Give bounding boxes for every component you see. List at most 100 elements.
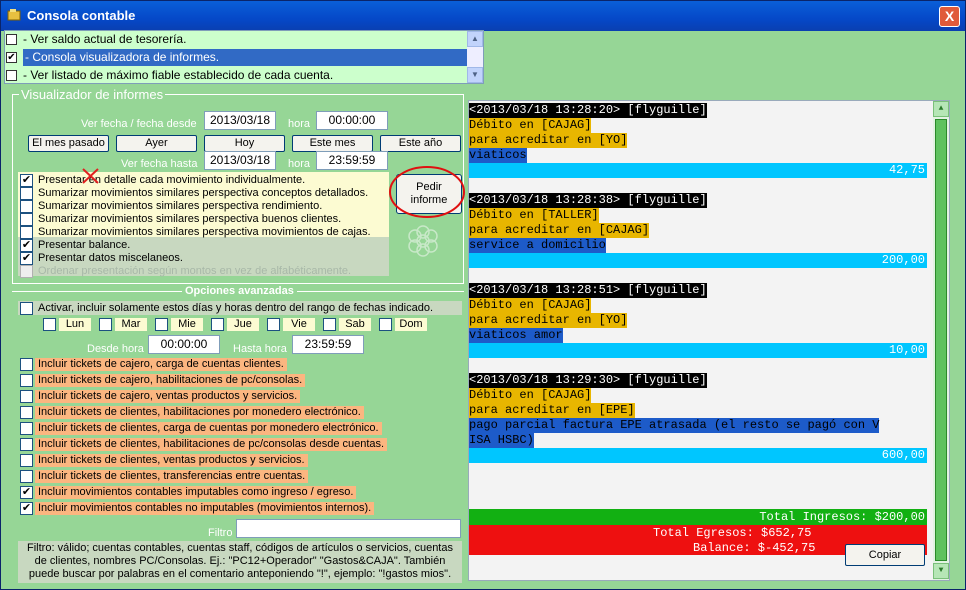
entry-header: <2013/03/18 13:28:51> [flyguille] (469, 283, 707, 298)
include-label: Incluir tickets de clientes, carga de cu… (35, 422, 382, 435)
day-label: Mie (171, 318, 203, 331)
day-checkbox[interactable] (323, 318, 336, 331)
option-label: Sumarizar movimientos similares perspect… (38, 200, 323, 212)
module-list[interactable]: - Ver saldo actual de tesorería. ✔ - Con… (4, 30, 484, 84)
include-checkbox[interactable] (20, 374, 33, 387)
hora-hasta-input[interactable]: 23:59:59 (316, 151, 388, 170)
list-item[interactable]: ✔ - Consola visualizadora de informes. (5, 49, 467, 67)
entry-comment: pago parcial factura EPE atrasada (el re… (469, 418, 880, 433)
list-item[interactable]: - Ver saldo actual de tesorería. (5, 31, 467, 49)
el-mes-pasado-button[interactable]: El mes pasado (28, 135, 109, 152)
entry-debit: Débito en [TALLER] (469, 208, 599, 223)
list-checkbox[interactable]: ✔ (6, 52, 17, 63)
total-ingresos: Total Ingresos: $200,00 (469, 509, 927, 525)
include-label: Incluir tickets de cajero, carga de cuen… (35, 358, 287, 371)
include-checkbox[interactable] (20, 454, 33, 467)
include-label: Incluir tickets de clientes, transferenc… (35, 470, 309, 483)
option-checkbox[interactable]: ✔ (20, 174, 33, 187)
entry-debit: Débito en [CAJAG] (469, 388, 592, 403)
scroll-up-icon[interactable]: ▲ (933, 101, 949, 117)
day-checkbox[interactable] (99, 318, 112, 331)
hasta-hora-input[interactable]: 23:59:59 (292, 335, 364, 354)
day-checkbox[interactable] (155, 318, 168, 331)
option-checkbox[interactable] (20, 200, 33, 213)
filtro-input[interactable] (236, 519, 461, 538)
option-label: Presentar datos miscelaneos. (38, 252, 183, 264)
option-label: Sumarizar movimientos similares perspect… (38, 213, 342, 225)
hora-hasta-label: hora (288, 158, 311, 170)
entry-debit: Débito en [CAJAG] (469, 298, 592, 313)
fecha-hasta-input[interactable]: 2013/03/18 (204, 151, 276, 170)
scroll-thumb[interactable] (935, 119, 947, 561)
consola-contable-window: Consola contable X - Ver saldo actual de… (0, 0, 966, 590)
close-button[interactable]: X (939, 6, 960, 27)
include-label: Incluir tickets de cajero, habilitacione… (35, 374, 306, 387)
option-checkbox[interactable]: ✔ (20, 252, 33, 265)
entry-credit: para acreditar en [EPE] (469, 403, 635, 418)
activate-checkbox[interactable] (20, 302, 33, 315)
option-label: Presentar balance. (38, 239, 131, 251)
list-checkbox[interactable] (6, 34, 17, 45)
option-label: Sumarizar movimientos similares perspect… (38, 226, 371, 238)
hora-desde-input[interactable]: 00:00:00 (316, 111, 388, 130)
list-item-label: - Ver listado de máximo fiable estableci… (23, 68, 334, 82)
entry-credit: para acreditar en [YO] (469, 313, 628, 328)
entry-amount: 10,00 (469, 343, 927, 358)
include-checkbox[interactable] (20, 422, 33, 435)
day-checkbox[interactable] (267, 318, 280, 331)
include-checkbox[interactable]: ✔ (20, 502, 33, 515)
report-scrollbar[interactable]: ▲ ▼ (933, 101, 949, 580)
day-label: Sab (339, 318, 371, 331)
red-cross-icon (82, 168, 99, 184)
entry-credit: para acreditar en [YO] (469, 133, 628, 148)
scroll-up-icon[interactable]: ▲ (467, 31, 483, 47)
flower-watermark-icon (408, 225, 438, 257)
ayer-button[interactable]: Ayer (116, 135, 197, 152)
entry-comment: viaticos amor (469, 328, 563, 343)
day-label: Lun (59, 318, 91, 331)
option-checkbox[interactable] (20, 187, 33, 200)
include-checkbox[interactable] (20, 390, 33, 403)
entry-header: <2013/03/18 13:29:30> [flyguille] (469, 373, 707, 388)
report-panel[interactable]: <2013/03/18 13:28:20> [flyguille] Débito … (468, 100, 950, 581)
list-checkbox[interactable] (6, 70, 17, 81)
include-checkbox[interactable] (20, 406, 33, 419)
day-checkbox[interactable] (43, 318, 56, 331)
total-egresos: Total Egresos: $652,75 (653, 526, 812, 540)
entry-amount: 200,00 (469, 253, 927, 268)
scroll-down-icon[interactable]: ▼ (467, 67, 483, 83)
este-anio-button[interactable]: Este año (380, 135, 461, 152)
include-label: Incluir tickets de clientes, ventas prod… (35, 454, 308, 467)
option-label: Sumarizar movimientos similares perspect… (38, 187, 369, 199)
day-checkbox[interactable] (379, 318, 392, 331)
fecha-desde-label: Ver fecha / fecha desde (81, 118, 197, 130)
include-label: Incluir tickets de clientes, habilitacio… (35, 406, 364, 419)
option-checkbox[interactable] (20, 213, 33, 226)
desde-hora-label: Desde hora (87, 343, 144, 355)
option-label: Presentar en detalle cada movimiento ind… (38, 174, 306, 186)
include-checkbox[interactable] (20, 358, 33, 371)
hasta-hora-label: Hasta hora (233, 343, 287, 355)
opciones-avanzadas-title: Opciones avanzadas (182, 285, 297, 297)
fecha-desde-input[interactable]: 2013/03/18 (204, 111, 276, 130)
option-checkbox[interactable]: ✔ (20, 239, 33, 252)
day-label: Jue (227, 318, 259, 331)
scroll-down-icon[interactable]: ▼ (933, 563, 949, 579)
hoy-button[interactable]: Hoy (204, 135, 285, 152)
desde-hora-input[interactable]: 00:00:00 (148, 335, 220, 354)
window-title: Consola contable (27, 8, 136, 23)
list-scrollbar[interactable]: ▲ ▼ (467, 31, 483, 83)
include-checkbox[interactable]: ✔ (20, 486, 33, 499)
option-checkbox[interactable] (20, 226, 33, 239)
este-mes-button[interactable]: Este mes (292, 135, 373, 152)
include-checkbox[interactable] (20, 470, 33, 483)
include-label: Incluir tickets de cajero, ventas produc… (35, 390, 301, 403)
entry-header: <2013/03/18 13:28:20> [flyguille] (469, 103, 707, 118)
option-checkbox[interactable] (20, 265, 33, 278)
list-item[interactable]: - Ver listado de máximo fiable estableci… (5, 67, 467, 83)
entry-amount: 600,00 (469, 448, 927, 463)
include-checkbox[interactable] (20, 438, 33, 451)
copiar-button[interactable]: Copiar (845, 544, 925, 566)
day-checkbox[interactable] (211, 318, 224, 331)
red-circle-annotation (389, 166, 465, 218)
